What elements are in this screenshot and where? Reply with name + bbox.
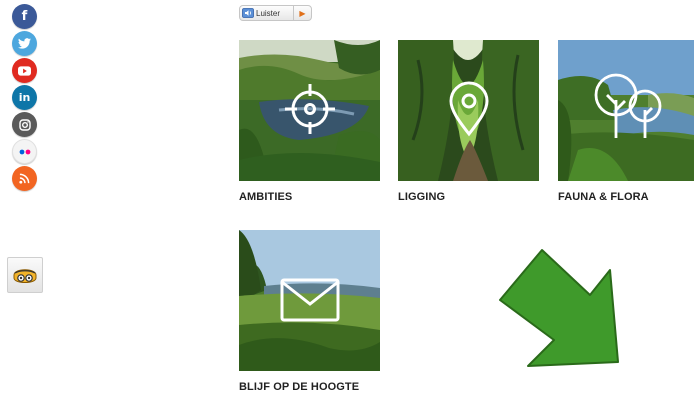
- reader-face-icon: [13, 269, 37, 283]
- speaker-icon: [242, 6, 255, 20]
- flickr-icon[interactable]: [12, 139, 37, 164]
- tile-label-ligging[interactable]: LIGGING: [398, 191, 445, 203]
- facebook-icon[interactable]: f: [12, 4, 37, 29]
- ambities-photo: [239, 40, 380, 181]
- instagram-icon[interactable]: [12, 112, 37, 137]
- twitter-icon[interactable]: [12, 31, 37, 56]
- tile-blijf-op-de-hoogte[interactable]: [239, 230, 380, 371]
- rss-icon[interactable]: [12, 166, 37, 191]
- youtube-icon[interactable]: [12, 58, 37, 83]
- play-icon: ▶: [293, 6, 311, 20]
- tile-label-fauna-flora[interactable]: FAUNA & FLORA: [558, 191, 649, 203]
- tile-label-ambities[interactable]: AMBITIES: [239, 191, 292, 203]
- tile-ligging[interactable]: [398, 40, 539, 181]
- arrow-down-right-icon: [499, 249, 619, 367]
- listen-label: Luister: [256, 8, 281, 18]
- listen-button[interactable]: Luister ▶: [239, 5, 312, 21]
- tile-ambities[interactable]: [239, 40, 380, 181]
- tile-label-blijf-op-de-hoogte[interactable]: BLIJF OP DE HOOGTE: [239, 381, 359, 393]
- blijf-op-de-hoogte-photo: [239, 230, 380, 371]
- ligging-photo: [398, 40, 539, 181]
- tile-fauna-flora[interactable]: [558, 40, 694, 181]
- fauna-flora-photo: [558, 40, 694, 181]
- linkedin-icon[interactable]: in: [12, 85, 37, 110]
- readspeaker-widget-button[interactable]: [7, 257, 43, 293]
